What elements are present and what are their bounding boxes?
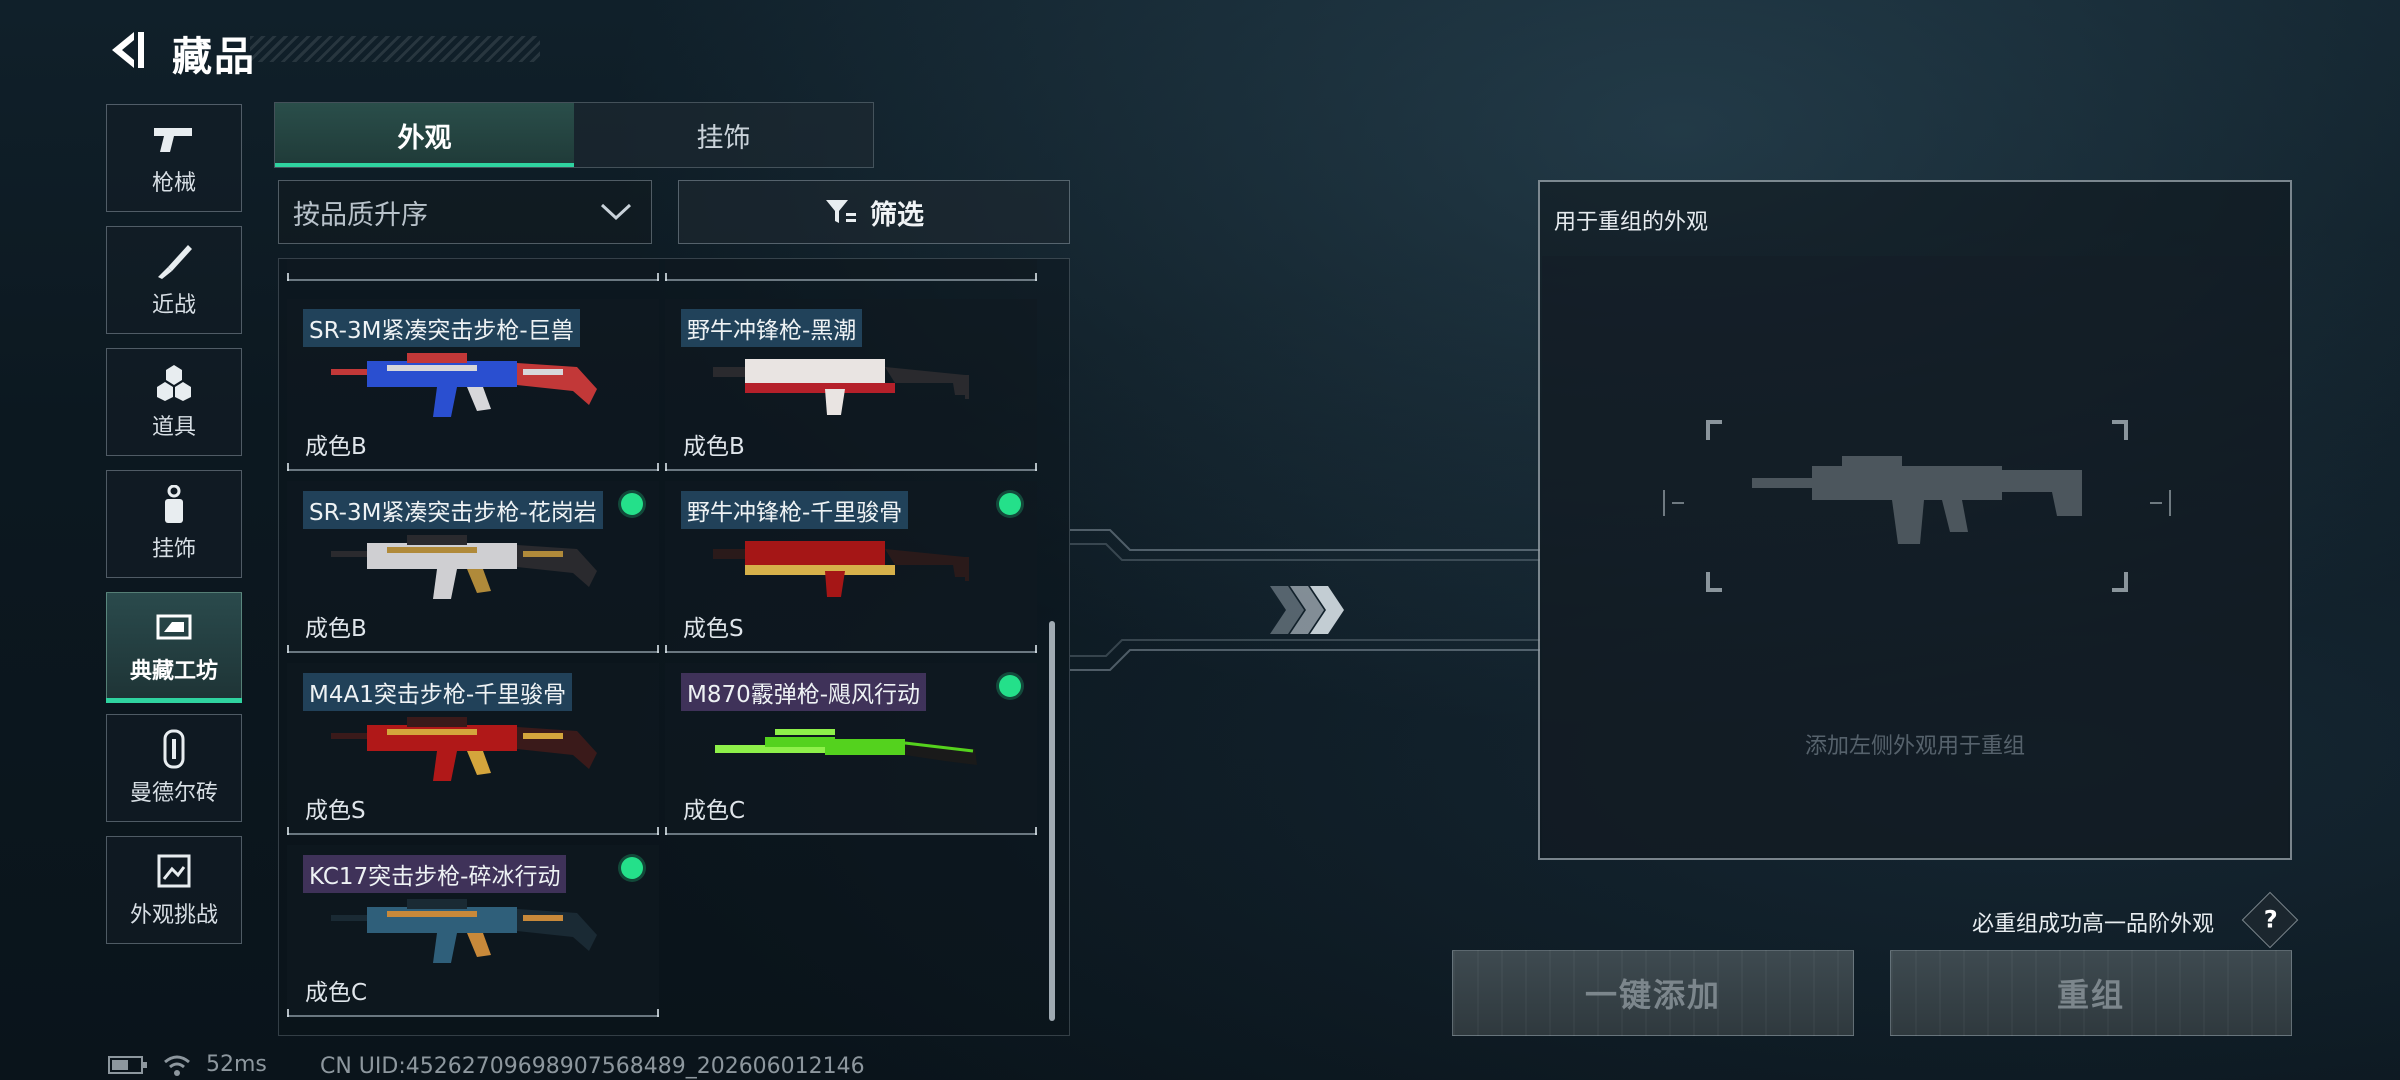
recombine-button[interactable]: 重组 [1890,950,2292,1036]
smg-image [713,541,969,597]
skin-card[interactable]: M4A1突击步枪-千里骏骨 成色S [287,663,659,835]
skin-name: KC17突击步枪-碎冰行动 [303,855,567,893]
nav-item-label: 近战 [151,293,196,318]
nav-item-skin-challenge[interactable]: 外观挑战 [106,836,242,944]
tab-bar: 外观 挂饰 [274,102,874,168]
skin-name: 野牛冲锋枪-千里骏骨 [681,491,909,529]
rifle-image [331,535,597,599]
skin-name: SR-3M紧凑突击步枪-巨兽 [303,309,580,347]
filter-icon [826,200,856,223]
knife-icon [152,241,196,281]
nav-item-label: 曼德尔砖 [129,781,218,806]
nav-item-charms[interactable]: 挂饰 [106,470,242,578]
list-item-partial [287,259,659,281]
skin-card[interactable]: 野牛冲锋枪-黑潮 成色B [665,299,1037,471]
skin-card[interactable]: SR-3M紧凑突击步枪-巨兽 成色B [287,299,659,471]
add-all-button[interactable]: 一键添加 [1452,950,1854,1036]
brick-icon [152,729,196,769]
nav-item-label: 外观挑战 [129,903,218,928]
empty-slot-rifle-icon [1663,420,2171,592]
skin-card[interactable]: KC17突击步枪-碎冰行动 成色C [287,845,659,1017]
forward-chevrons-icon [1270,586,1344,634]
uid-text: CN UID:45262709698907568489_202606012146 [320,1054,865,1079]
recombine-slot[interactable]: 添加左侧外观用于重组 [1542,256,2288,856]
nav-item-melee[interactable]: 近战 [106,226,242,334]
skin-grade: 成色S [305,798,366,824]
skin-grade: 成色C [683,798,746,824]
recombine-label: 重组 [2056,976,2125,1014]
skin-card[interactable]: M870霰弹枪-飓风行动 成色C [665,663,1037,835]
list-item-partial [665,259,1037,281]
rifle-image [331,717,597,781]
skin-name: SR-3M紧凑突击步枪-花岗岩 [303,491,603,529]
shotgun-image [715,729,977,765]
nav-item-mandel-brick[interactable]: 曼德尔砖 [106,714,242,822]
tab-skins[interactable]: 外观 [275,103,574,167]
skin-name: 野牛冲锋枪-黑潮 [681,309,863,347]
help-icon: ? [2263,905,2278,934]
selected-dot-icon [621,493,643,515]
status-bar: 52ms [108,1052,267,1077]
chevron-down-icon [600,203,632,221]
recombine-title: 用于重组的外观 [1554,210,1709,235]
filter-label: 筛选 [870,199,924,231]
selected-dot-icon [621,857,643,879]
skin-grade: 成色B [683,434,745,460]
ping-value: 52ms [206,1052,267,1077]
skin-list[interactable]: SR-3M紧凑突击步枪-巨兽 成色B 野牛冲锋枪-黑潮 成色B SR-3M紧凑突… [278,258,1070,1036]
nav-item-label: 枪械 [151,171,196,196]
selected-dot-icon [999,493,1021,515]
skin-grade: 成色B [305,434,367,460]
skin-card[interactable]: SR-3M紧凑突击步枪-花岗岩 成色B [287,481,659,653]
filter-button[interactable]: 筛选 [678,180,1070,244]
skin-grade: 成色S [683,616,744,642]
list-scrollbar[interactable] [1049,621,1055,1021]
rifle-image [331,353,597,417]
tab-charms[interactable]: 挂饰 [574,103,873,167]
skin-name: M4A1突击步枪-千里骏骨 [303,673,573,711]
rifle-image [331,899,597,963]
nav-item-label: 挂饰 [151,537,196,562]
page-title: 藏品 [172,34,256,80]
back-arrow-icon[interactable] [104,28,148,72]
nav-item-label: 道具 [151,415,196,440]
add-all-label: 一键添加 [1584,976,1721,1014]
charm-icon [152,485,196,525]
recombine-hint: 添加左侧外观用于重组 [1804,734,2025,759]
nav-item-guns[interactable]: 枪械 [106,104,242,212]
recombine-info: 必重组成功高一品阶外观 [1972,912,2215,937]
skin-grade: 成色B [305,616,367,642]
skin-card[interactable]: 野牛冲锋枪-千里骏骨 成色S [665,481,1037,653]
grenade-icon [152,363,196,403]
nav-item-label: 典藏工坊 [129,659,218,684]
help-button[interactable]: ? [2241,891,2299,949]
sort-value: 按品质升序 [293,199,428,231]
workshop-icon [152,607,196,647]
nav-item-workshop[interactable]: 典藏工坊 [106,592,242,703]
recombine-panel: 用于重组的外观 添加左侧外观用于重组 [1538,180,2292,860]
battery-icon [108,1055,147,1074]
pistol-icon [152,119,196,159]
skin-grade: 成色C [305,980,368,1006]
wifi-icon [164,1055,190,1076]
nav-item-items[interactable]: 道具 [106,348,242,456]
title-decoration [250,36,540,62]
sort-dropdown[interactable]: 按品质升序 [278,180,652,244]
smg-image [713,359,969,415]
skin-name: M870霰弹枪-飓风行动 [681,673,927,711]
challenge-icon [152,851,196,891]
selected-dot-icon [999,675,1021,697]
